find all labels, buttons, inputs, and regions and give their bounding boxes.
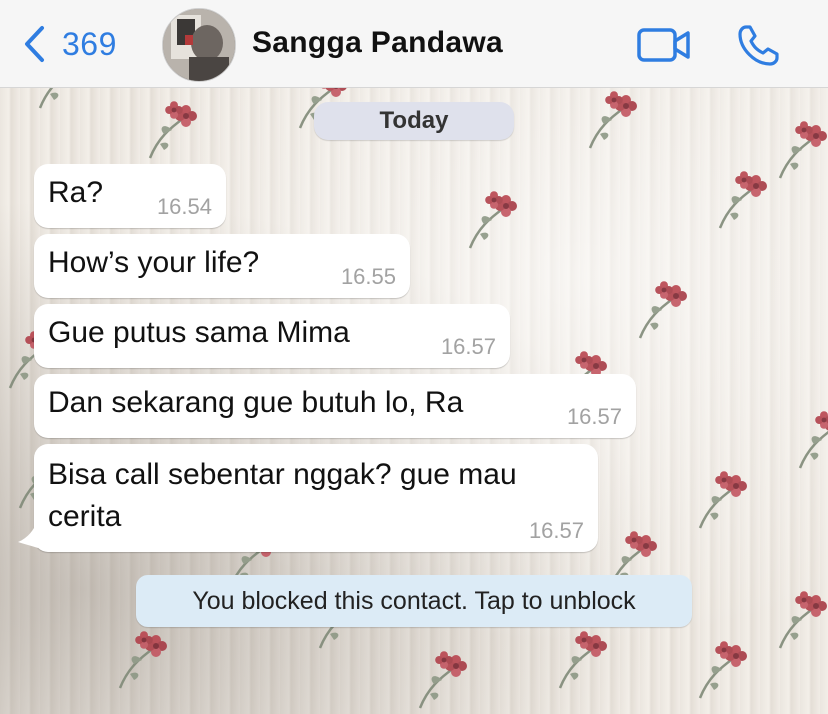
message-time: 16.57 <box>566 404 622 429</box>
avatar-image <box>163 9 235 81</box>
message-bubble[interactable]: Ra? 16.54 <box>34 164 226 228</box>
voice-call-button[interactable] <box>736 22 782 68</box>
bubble-tail <box>18 520 38 548</box>
unblock-banner[interactable]: You blocked this contact. Tap to unblock <box>136 575 692 627</box>
message-time: 16.55 <box>340 264 396 289</box>
unread-count: 369 <box>62 25 117 62</box>
message-text: Ra? <box>48 176 104 209</box>
message-bubble[interactable]: Gue putus sama Mima 16.57 <box>34 304 510 368</box>
message-text: Gue putus sama Mima <box>48 316 350 349</box>
back-button[interactable]: 369 <box>22 24 117 64</box>
phone-icon <box>738 25 779 66</box>
message-bubble[interactable]: Bisa call sebentar nggak? gue mau cerita… <box>34 444 598 552</box>
message-text: Dan sekarang gue butuh lo, Ra <box>48 386 464 419</box>
contact-name[interactable]: Sangga Pandawa <box>252 26 503 60</box>
chat-header: 369 Sangga Pandawa <box>0 0 828 88</box>
message-time: 16.54 <box>156 194 212 219</box>
message-bubble[interactable]: Dan sekarang gue butuh lo, Ra 16.57 <box>34 374 636 438</box>
avatar[interactable] <box>162 8 236 82</box>
message-time: 16.57 <box>440 334 496 359</box>
video-call-button[interactable] <box>636 26 692 64</box>
message-text: How’s your life? <box>48 246 260 279</box>
date-separator: Today <box>314 102 514 140</box>
message-bubble[interactable]: How’s your life? 16.55 <box>34 234 410 298</box>
video-camera-icon <box>637 28 690 62</box>
chevron-left-icon <box>25 26 44 62</box>
message-text: Bisa call sebentar nggak? gue mau cerita <box>48 458 517 533</box>
message-time: 16.57 <box>528 518 584 543</box>
